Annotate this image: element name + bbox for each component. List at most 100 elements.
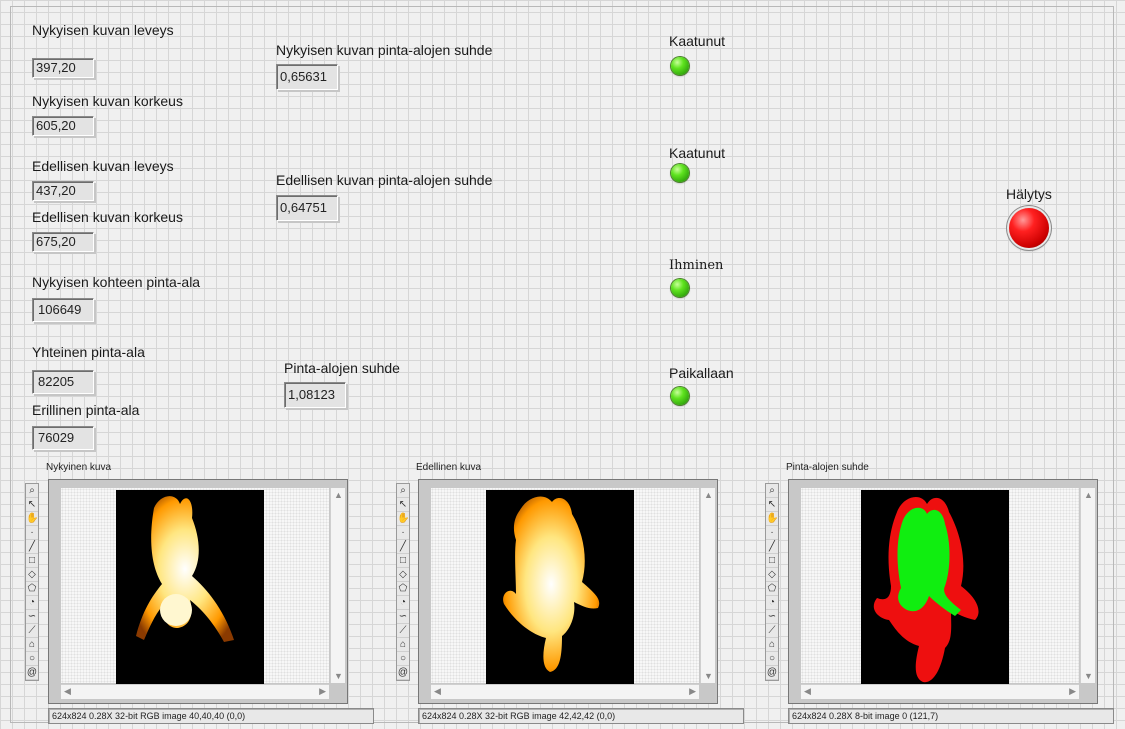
vertical-scrollbar[interactable]: ▲ ▼ [330,488,345,683]
current-area-ratio-label: Nykyisen kuvan pinta-alojen suhde [276,42,493,58]
scroll-down-arrow[interactable]: ▼ [334,671,343,681]
line-icon[interactable]: ╱ [26,540,38,554]
scroll-down-arrow[interactable]: ▼ [704,671,713,681]
pointer-icon[interactable]: ↖ [26,498,38,512]
scroll-left-arrow[interactable]: ◀ [434,686,441,697]
display-2-toolbar: ⌕ ↖ ✋ · ╱ □ ◇ ⬠ ◔ ∽ ⟋ ⌂ ○ @ [396,483,410,681]
human-led [671,279,689,297]
broken-line-icon[interactable]: ⟋ [397,624,409,638]
vertical-scrollbar[interactable]: ▲ ▼ [1080,488,1095,683]
polyline-icon[interactable]: ⌂ [397,638,409,652]
rotated-rect-icon[interactable]: ◇ [766,568,778,582]
annulus-icon[interactable]: ◔ [766,596,778,610]
current-image-title: Nykyinen kuva [46,462,112,473]
scroll-up-arrow[interactable]: ▲ [1084,490,1093,500]
horizontal-scrollbar[interactable]: ◀ ▶ [801,684,1079,699]
image-canvas[interactable] [61,488,329,684]
scroll-left-arrow[interactable]: ◀ [804,686,811,697]
human-label: Ihminen [669,258,724,273]
broken-line-icon[interactable]: ⟋ [26,624,38,638]
rectangle-icon[interactable]: □ [766,554,778,568]
common-area-label: Yhteinen pinta-ala [32,344,145,360]
scroll-right-arrow[interactable]: ▶ [1069,686,1076,697]
rectangle-icon[interactable]: □ [397,554,409,568]
current-area-ratio-indicator: 0,65631 [276,64,338,90]
mask-image [861,490,1009,684]
zoom-icon[interactable]: ⌕ [26,484,38,498]
prev-height-label: Edellisen kuvan korkeus [32,209,183,225]
display-1-toolbar: ⌕ ↖ ✋ · ╱ □ ◇ ⬠ ◔ ∽ ⟋ ⌂ ○ @ [25,483,39,681]
alarm-label: Hälytys [1006,186,1052,202]
pan-icon[interactable]: ✋ [26,512,38,526]
rotated-rect-icon[interactable]: ◇ [26,568,38,582]
previous-image-title: Edellinen kuva [416,462,482,473]
pan-icon[interactable]: ✋ [766,512,778,526]
oval-icon[interactable]: ○ [766,652,778,666]
display-3-toolbar: ⌕ ↖ ✋ · ╱ □ ◇ ⬠ ◔ ∽ ⟋ ⌂ ○ @ [765,483,779,681]
prev-height-indicator: 675,20 [32,232,94,252]
separate-area-indicator: 76029 [32,426,94,450]
prev-area-ratio-label: Edellisen kuvan pinta-alojen suhde [276,172,493,188]
line-icon[interactable]: ╱ [766,540,778,554]
rectangle-icon[interactable]: □ [26,554,38,568]
polyline-icon[interactable]: ⌂ [26,638,38,652]
prev-width-indicator: 437,20 [32,181,94,201]
spiral-icon[interactable]: @ [766,666,778,680]
current-width-indicator: 397,20 [32,58,94,78]
vertical-scrollbar[interactable]: ▲ ▼ [700,488,715,683]
prev-area-ratio-indicator: 0,64751 [276,195,338,221]
rotated-rect-icon[interactable]: ◇ [397,568,409,582]
current-width-label: Nykyisen kuvan leveys [32,22,174,38]
oval-icon[interactable]: ○ [397,652,409,666]
scroll-right-arrow[interactable]: ▶ [319,686,326,697]
horizontal-scrollbar[interactable]: ◀ ▶ [431,684,699,699]
oval-icon[interactable]: ○ [26,652,38,666]
scroll-up-arrow[interactable]: ▲ [334,490,343,500]
freehand-icon[interactable]: ∽ [397,610,409,624]
thermal-image [116,490,264,684]
scroll-down-arrow[interactable]: ▼ [1084,671,1093,681]
spiral-icon[interactable]: @ [397,666,409,680]
freehand-icon[interactable]: ∽ [26,610,38,624]
point-icon[interactable]: · [397,526,409,540]
current-height-indicator: 605,20 [32,116,94,136]
line-icon[interactable]: ╱ [397,540,409,554]
polyline-icon[interactable]: ⌂ [766,638,778,652]
pointer-icon[interactable]: ↖ [397,498,409,512]
spiral-icon[interactable]: @ [26,666,38,680]
fallen-2-label: Kaatunut [669,145,726,161]
scroll-left-arrow[interactable]: ◀ [64,686,71,697]
current-target-area-indicator: 106649 [32,298,94,322]
pan-icon[interactable]: ✋ [397,512,409,526]
common-area-indicator: 82205 [32,370,94,394]
area-ratio-image-title: Pinta-alojen suhde [786,462,869,473]
previous-image-status: 624x824 0.28X 32-bit RGB image 42,42,42 … [418,708,744,724]
broken-line-icon[interactable]: ⟋ [766,624,778,638]
area-ratio-image-display[interactable]: ▲ ▼ ◀ ▶ [788,479,1098,704]
freehand-icon[interactable]: ∽ [766,610,778,624]
annulus-icon[interactable]: ◔ [397,596,409,610]
point-icon[interactable]: · [766,526,778,540]
fallen-1-label: Kaatunut [669,33,726,49]
image-canvas[interactable] [431,488,699,684]
polygon-icon[interactable]: ⬠ [397,582,409,596]
image-canvas[interactable] [801,488,1079,684]
alarm-led [1009,208,1049,248]
separate-area-label: Erillinen pinta-ala [32,402,140,418]
horizontal-scrollbar[interactable]: ◀ ▶ [61,684,329,699]
zoom-icon[interactable]: ⌕ [397,484,409,498]
current-target-area-label: Nykyisen kohteen pinta-ala [32,274,201,290]
area-ratio-label: Pinta-alojen suhde [284,360,400,376]
scroll-right-arrow[interactable]: ▶ [689,686,696,697]
current-image-display[interactable]: ▲ ▼ ◀ ▶ [48,479,348,704]
stationary-led [671,387,689,405]
polygon-icon[interactable]: ⬠ [766,582,778,596]
point-icon[interactable]: · [26,526,38,540]
zoom-icon[interactable]: ⌕ [766,484,778,498]
annulus-icon[interactable]: ◔ [26,596,38,610]
scroll-up-arrow[interactable]: ▲ [704,490,713,500]
polygon-icon[interactable]: ⬠ [26,582,38,596]
previous-image-display[interactable]: ▲ ▼ ◀ ▶ [418,479,718,704]
current-image-status: 624x824 0.28X 32-bit RGB image 40,40,40 … [48,708,374,724]
pointer-icon[interactable]: ↖ [766,498,778,512]
